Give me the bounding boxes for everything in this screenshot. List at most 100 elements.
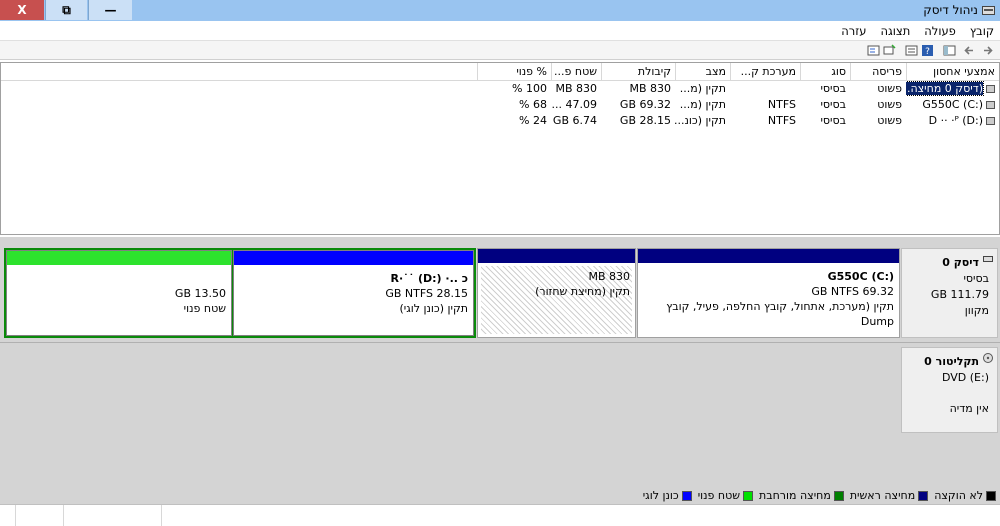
menu-view[interactable]: תצוגה <box>880 24 910 38</box>
col-type[interactable]: סוג <box>800 63 850 80</box>
refresh-icon[interactable] <box>883 44 896 57</box>
disk-size: 111.79 GB <box>930 288 989 301</box>
cdrom-name: תקליטור 0 <box>924 355 979 368</box>
pct-cell: 100 % <box>512 82 547 95</box>
type-cell: בסיסי <box>820 82 846 95</box>
table-header: אמצעי אחסון פריסה סוג מערכת ק... מצב קיב… <box>1 63 999 81</box>
menu-action[interactable]: פעולה <box>924 24 956 38</box>
disk-type: בסיסי <box>963 272 989 285</box>
cd-drive-icon <box>983 353 993 363</box>
partition-size: 28.15 GB NTFS <box>385 287 468 300</box>
capacity-cell: 69.32 GB <box>619 98 671 111</box>
volume-list[interactable]: אמצעי אחסון פריסה סוג מערכת ק... מצב קיב… <box>0 62 1000 235</box>
volume-icon <box>986 117 995 125</box>
disk-0-row: דיסק 0 בסיסי 111.79 GB מקוון G550C (C:) … <box>0 245 1000 340</box>
volume-name: D ·· ·ᴾ (D:) <box>928 114 983 127</box>
col-status[interactable]: מצב <box>675 63 730 80</box>
swatch-icon <box>986 490 996 501</box>
swatch-icon <box>743 490 754 501</box>
partition-size: 69.32 GB NTFS <box>811 285 894 298</box>
menu-help[interactable]: עזרה <box>841 24 866 38</box>
swatch-icon <box>681 490 692 501</box>
status-bar <box>0 504 1000 526</box>
console-tree-icon[interactable] <box>943 44 956 57</box>
capacity-cell: 830 MB <box>629 82 671 95</box>
volume-name: (דיסק 0 מחיצה... <box>906 81 985 96</box>
swatch-icon <box>833 490 844 501</box>
free-cell: 830 MB <box>555 82 597 95</box>
legend: לא הוקצה מחיצה ראשית מחיצה מורחבת שטח פנ… <box>0 487 1000 504</box>
cdrom-0-row: תקליטור 0 DVD (E:) אין מדיה <box>0 342 1000 436</box>
volume-icon <box>986 85 995 93</box>
layout-cell: פשוט <box>877 114 902 127</box>
list-view-icon[interactable] <box>867 44 880 57</box>
disk-0-label[interactable]: דיסק 0 בסיסי 111.79 GB מקוון <box>901 248 998 338</box>
partition-c[interactable]: G550C (C:) 69.32 GB NTFS תקין (מערכת, את… <box>637 248 900 338</box>
col-percent-free[interactable]: % פנוי <box>477 63 551 80</box>
window-title: ניהול דיסק <box>923 3 978 17</box>
title-bar: X ⧉ — ניהול דיסק <box>0 0 1000 21</box>
type-cell: בסיסי <box>820 98 846 111</box>
table-row[interactable]: D ·· ·ᴾ (D:) פשוט בסיסי NTFS תקין (כונ..… <box>1 113 999 129</box>
col-layout[interactable]: פריסה <box>850 63 906 80</box>
fs-cell: NTFS <box>767 114 796 127</box>
status-cell: תקין (כונ... <box>675 114 726 127</box>
properties-icon[interactable] <box>905 44 918 57</box>
partition-recovery[interactable]: 830 MB תקין (מחיצת שחזור) <box>477 248 636 338</box>
disk-management-icon <box>982 6 995 15</box>
partition-title: כ ..· R·˙˙ (D:) <box>390 272 468 285</box>
extended-partition[interactable]: כ ..· R·˙˙ (D:) 28.15 GB NTFS תקין (כונן… <box>4 248 476 338</box>
help-icon[interactable]: ? <box>921 44 934 57</box>
minimize-button[interactable]: — <box>88 0 132 20</box>
partition-size: 830 MB <box>588 270 630 283</box>
status-cell: תקין (מ... <box>679 82 726 95</box>
partition-status: תקין (כונן לוגי) <box>399 302 468 315</box>
volume-name: G550C (C:) <box>922 98 983 111</box>
col-capacity[interactable]: קיבולת <box>601 63 675 80</box>
fs-cell: NTFS <box>767 98 796 111</box>
volume-icon <box>986 101 995 109</box>
legend-extended: מחיצה מורחבת <box>759 489 844 502</box>
pct-cell: 24 % <box>519 114 547 127</box>
swatch-icon <box>918 490 929 501</box>
fs-cell <box>730 81 800 97</box>
pct-cell: 68 % <box>519 98 547 111</box>
partition-d[interactable]: כ ..· R·˙˙ (D:) 28.15 GB NTFS תקין (כונן… <box>233 250 474 336</box>
disk-icon <box>983 256 993 262</box>
col-free-space[interactable]: שטח פ... <box>551 63 601 80</box>
cdrom-0-label[interactable]: תקליטור 0 DVD (E:) אין מדיה <box>901 347 998 433</box>
cdrom-status: אין מדיה <box>949 402 989 415</box>
type-cell: בסיסי <box>820 114 846 127</box>
disk-name: דיסק 0 <box>942 256 979 269</box>
back-icon[interactable] <box>963 44 976 57</box>
menu-bar: קובץ פעולה תצוגה עזרה <box>0 22 1000 40</box>
close-button[interactable]: X <box>0 0 44 20</box>
legend-unallocated: לא הוקצה <box>934 489 996 502</box>
free-cell: 6.74 GB <box>552 114 597 127</box>
status-cell: תקין (מ... <box>679 98 726 111</box>
table-row[interactable]: (דיסק 0 מחיצה... פשוט בסיסי תקין (מ... 8… <box>1 81 999 97</box>
partition-title: G550C (C:) <box>827 270 894 283</box>
layout-cell: פשוט <box>877 82 902 95</box>
forward-icon[interactable] <box>981 44 994 57</box>
partition-status: תקין (מחיצת שחזור) <box>535 285 630 298</box>
col-filesystem[interactable]: מערכת ק... <box>730 63 800 80</box>
restore-button[interactable]: ⧉ <box>45 0 87 20</box>
col-volume[interactable]: אמצעי אחסון <box>906 63 999 80</box>
legend-free: שטח פנוי <box>698 489 754 502</box>
free-status: שטח פנוי <box>183 302 226 315</box>
legend-primary: מחיצה ראשית <box>850 489 929 502</box>
free-size: 13.50 GB <box>174 287 226 300</box>
disk-status: מקוון <box>964 304 989 317</box>
cdrom-type: DVD (E:) <box>941 371 989 384</box>
free-cell: 47.09 ... <box>551 98 598 111</box>
free-space[interactable]: 13.50 GB שטח פנוי <box>6 250 232 336</box>
table-row[interactable]: G550C (C:) פשוט בסיסי NTFS תקין (מ... 69… <box>1 97 999 113</box>
graphical-view: דיסק 0 בסיסי 111.79 GB מקוון G550C (C:) … <box>0 240 1000 487</box>
partition-status: תקין (מערכת, אתחול, קובץ החלפה, פעיל, קו… <box>666 300 894 328</box>
menu-file[interactable]: קובץ <box>970 24 994 38</box>
svg-text:?: ? <box>925 47 930 57</box>
toolbar: ? <box>0 40 1000 60</box>
legend-logical: כונן לוגי <box>643 489 692 502</box>
capacity-cell: 28.15 GB <box>619 114 671 127</box>
